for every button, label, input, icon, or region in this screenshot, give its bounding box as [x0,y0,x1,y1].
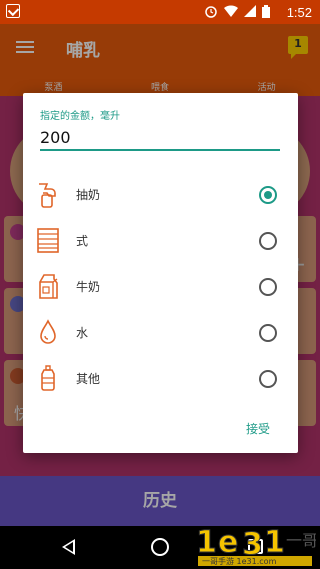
option-other[interactable]: 其他 [23,356,298,402]
watermark-logo: 1 e 3 1 一哥 一哥手游 1e31.com [196,525,316,566]
radio-selected[interactable] [259,186,277,204]
accept-button[interactable]: 接受 [246,420,270,437]
wifi-icon [224,5,238,17]
svg-text:1: 1 [196,525,217,560]
radio-unselected[interactable] [259,232,277,250]
signal-icon [244,5,256,17]
battery-icon [262,4,270,18]
svg-text:一哥: 一哥 [286,531,316,550]
radio-unselected[interactable] [259,370,277,388]
option-water[interactable]: 水 [23,310,298,356]
radio-unselected[interactable] [259,278,277,296]
option-pumped-milk[interactable]: 抽奶 [23,172,298,218]
option-label: 式 [76,234,89,248]
option-milk[interactable]: 牛奶 [23,264,298,310]
option-label: 抽奶 [76,188,101,202]
option-label: 其他 [76,372,101,386]
alarm-icon [205,6,217,18]
status-icons [204,4,270,18]
option-label: 水 [76,326,89,340]
water-drop-icon [40,319,56,344]
status-bar: 1:52 [0,0,320,24]
clock: 1:52 [286,5,312,20]
back-icon[interactable] [62,539,75,555]
amount-dialog: 指定的金额，毫升 抽奶 式 牛奶 水 [23,93,298,453]
svg-text:一哥手游 1e31.com: 一哥手游 1e31.com [202,556,277,566]
formula-icon [37,228,59,253]
home-icon[interactable] [151,538,169,556]
breast-pump-icon [39,183,56,208]
amount-label: 指定的金额，毫升 [40,111,120,122]
svg-text:1: 1 [264,525,285,560]
option-formula[interactable]: 式 [23,218,298,264]
amount-input[interactable] [40,125,280,151]
radio-unselected[interactable] [259,324,277,342]
milk-carton-icon [39,274,58,299]
notification-icon [6,4,20,18]
bottle-icon [41,365,55,391]
svg-text:e: e [218,525,238,560]
option-label: 牛奶 [76,280,101,294]
